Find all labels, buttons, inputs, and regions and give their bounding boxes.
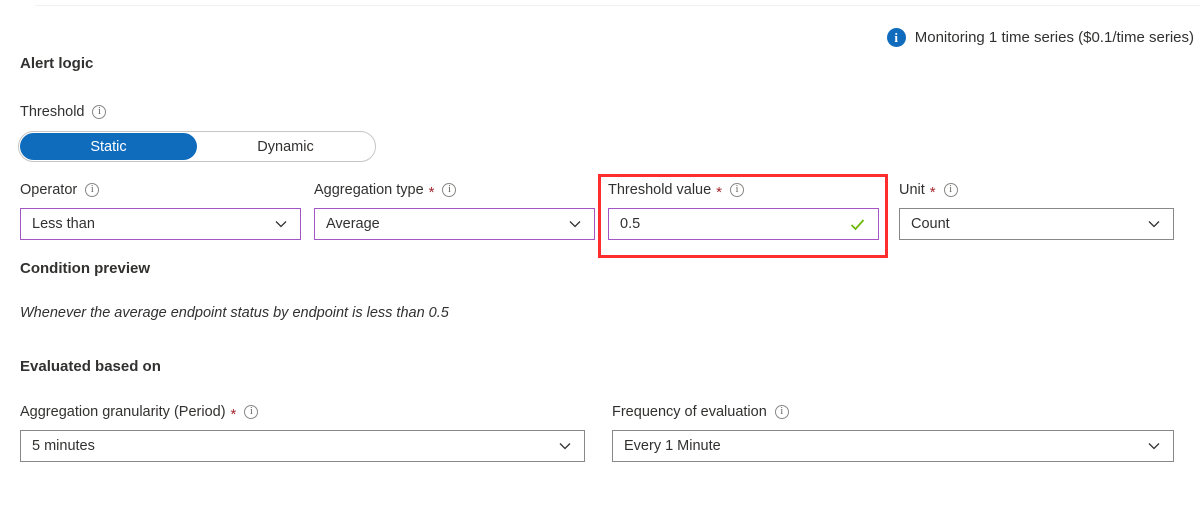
threshold-option-dynamic[interactable]: Dynamic: [197, 133, 374, 160]
aggregation-granularity-label: Aggregation granularity (Period) * i: [20, 404, 259, 423]
threshold-label: Threshold i: [20, 104, 107, 120]
required-asterisk: *: [716, 183, 723, 201]
threshold-label-text: Threshold: [20, 104, 85, 120]
frequency-of-evaluation-label: Frequency of evaluation i: [612, 404, 789, 420]
condition-preview-text: Whenever the average endpoint status by …: [20, 305, 449, 321]
unit-select[interactable]: Count: [899, 208, 1174, 240]
operator-value: Less than: [32, 216, 95, 232]
operator-label-text: Operator: [20, 182, 78, 198]
check-mark-icon: [849, 216, 866, 233]
threshold-value-text: 0.5: [620, 216, 641, 232]
info-circle-outline-icon[interactable]: i: [774, 405, 789, 419]
frequency-of-evaluation-label-text: Frequency of evaluation: [612, 404, 767, 420]
info-circle-outline-icon[interactable]: i: [92, 105, 107, 119]
unit-label: Unit * i: [899, 182, 958, 201]
operator-label: Operator i: [20, 182, 100, 198]
evaluated-based-on-heading: Evaluated based on: [20, 358, 161, 375]
info-circle-outline-icon[interactable]: i: [85, 183, 100, 197]
info-circle-outline-icon[interactable]: i: [244, 405, 259, 419]
aggregation-type-label-text: Aggregation type: [314, 182, 424, 198]
required-asterisk: *: [428, 183, 435, 201]
chevron-down-icon: [568, 217, 582, 231]
info-circle-outline-icon[interactable]: i: [442, 183, 457, 197]
frequency-of-evaluation-value: Every 1 Minute: [624, 438, 721, 454]
chevron-down-icon: [1147, 439, 1161, 453]
operator-select[interactable]: Less than: [20, 208, 301, 240]
aggregation-type-value: Average: [326, 216, 380, 232]
threshold-value-label-text: Threshold value: [608, 182, 712, 198]
monitoring-notice: i Monitoring 1 time series ($0.1/time se…: [886, 28, 1194, 47]
aggregation-granularity-select[interactable]: 5 minutes: [20, 430, 585, 462]
chevron-down-icon: [274, 217, 288, 231]
chevron-down-icon: [558, 439, 572, 453]
threshold-type-toggle[interactable]: Static Dynamic: [18, 131, 376, 162]
info-circle-outline-icon[interactable]: i: [943, 183, 958, 197]
aggregation-type-label: Aggregation type * i: [314, 182, 457, 201]
condition-preview-heading: Condition preview: [20, 260, 151, 277]
info-circle-filled-icon: i: [886, 28, 906, 47]
required-asterisk: *: [230, 405, 237, 423]
aggregation-granularity-label-text: Aggregation granularity (Period): [20, 404, 226, 420]
monitoring-notice-text: Monitoring 1 time series ($0.1/time seri…: [914, 29, 1194, 46]
alert-logic-heading: Alert logic: [20, 55, 94, 72]
frequency-of-evaluation-select[interactable]: Every 1 Minute: [612, 430, 1174, 462]
chevron-down-icon: [1147, 217, 1161, 231]
threshold-option-static[interactable]: Static: [20, 133, 197, 160]
unit-value: Count: [911, 216, 950, 232]
threshold-value-input[interactable]: 0.5: [608, 208, 879, 240]
required-asterisk: *: [929, 183, 936, 201]
aggregation-type-select[interactable]: Average: [314, 208, 595, 240]
top-divider: [35, 5, 1200, 6]
threshold-value-label: Threshold value * i: [608, 182, 745, 201]
aggregation-granularity-value: 5 minutes: [32, 438, 95, 454]
info-circle-outline-icon[interactable]: i: [730, 183, 745, 197]
unit-label-text: Unit: [899, 182, 925, 198]
